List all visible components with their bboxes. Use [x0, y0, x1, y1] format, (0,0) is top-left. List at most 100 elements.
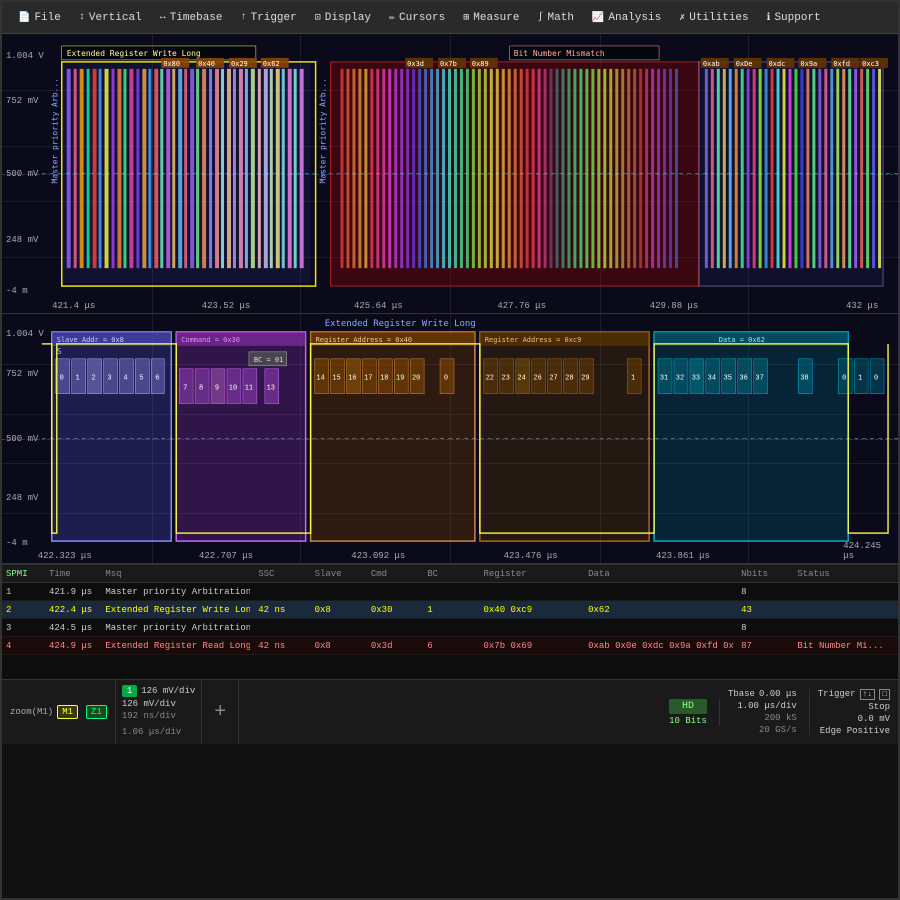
cell-time-1: 421.9 μs: [49, 587, 97, 597]
bottom-bar: zoom(M1) M1 Z1 1 126 mV/div 126 mV/div 1…: [2, 679, 898, 744]
svg-text:6: 6: [155, 375, 159, 383]
svg-text:10: 10: [229, 385, 237, 393]
table-row[interactable]: 3 424.5 μs Master priority Arbitration (…: [2, 619, 898, 637]
grid-bottom: [2, 314, 898, 563]
support-icon: ℹ: [767, 12, 771, 24]
svg-text:28: 28: [565, 375, 573, 383]
svg-text:13: 13: [267, 385, 275, 393]
menu-measure[interactable]: ⊞ Measure: [455, 9, 527, 27]
svg-text:Register Address = 0xc9: Register Address = 0xc9: [485, 336, 581, 344]
ch1-offset: 126 mV/div: [122, 699, 176, 709]
col-cmd: Cmd: [371, 569, 419, 579]
svg-text:Command = 0x30: Command = 0x30: [181, 336, 240, 344]
col-spmi: SPMI: [6, 569, 41, 579]
ch1-badge[interactable]: 1: [122, 685, 137, 697]
svg-text:BC = 01: BC = 01: [254, 356, 283, 364]
svg-text:22: 22: [486, 375, 494, 383]
time-label-t2: 423.52 μs: [202, 301, 251, 311]
table-row[interactable]: 2 422.4 μs Extended Register Write Long …: [2, 601, 898, 619]
trigger-icon: ↑: [241, 12, 247, 23]
menu-math[interactable]: ∫ Math: [530, 9, 582, 27]
time-label-b1: 422.323 μs: [38, 551, 92, 561]
time-label-b6: 424.245 μs: [843, 541, 881, 561]
table-row[interactable]: 4 424.9 μs Extended Register Read Long 4…: [2, 637, 898, 655]
cell-time-4: 424.9 μs: [49, 641, 97, 651]
svg-text:0xDe: 0xDe: [736, 60, 753, 68]
zoom-channel-area: zoom(M1) M1 Z1: [2, 680, 116, 744]
volt-label-4: 248 mV: [6, 235, 38, 245]
volt-label-b1: 1.004 V: [6, 329, 44, 339]
sample-rate: 200 kS: [764, 713, 796, 723]
col-nbits: Nbits: [741, 569, 789, 579]
hd-badge: HD: [669, 699, 707, 714]
svg-text:8: 8: [199, 385, 203, 393]
menu-timebase[interactable]: ↔ Timebase: [152, 9, 231, 27]
grid-top: [2, 34, 898, 313]
svg-text:11: 11: [245, 385, 253, 393]
ch1-scale: 126 mV/div: [141, 686, 195, 696]
table-row[interactable]: 1 421.9 μs Master priority Arbitration (…: [2, 583, 898, 601]
svg-text:1: 1: [76, 375, 80, 383]
svg-text:Extended Register Write Long: Extended Register Write Long: [325, 319, 476, 329]
trigger-text: Trigger: [818, 689, 856, 700]
menu-cursors[interactable]: ✏ Cursors: [381, 9, 453, 27]
analysis-icon: 📈: [592, 12, 604, 24]
cell-data-2: 0x62: [588, 605, 733, 615]
trigger-box: □: [879, 689, 890, 700]
measure-icon: ⊞: [463, 12, 469, 24]
cell-nbits-2: 43: [741, 605, 789, 615]
volt-label-5: -4 m: [6, 286, 28, 296]
waveform-bottom[interactable]: 1.004 V 752 mV 500 mV 248 mV -4 m Extend…: [2, 314, 898, 564]
volt-label-b2: 752 mV: [6, 369, 38, 379]
cell-nbits-3: 8: [741, 623, 789, 633]
svg-text:0xdc: 0xdc: [769, 60, 786, 68]
time-label-b4: 423.476 μs: [504, 551, 558, 561]
svg-text:31: 31: [660, 375, 668, 383]
menu-analysis[interactable]: 📈 Analysis: [584, 9, 669, 27]
svg-text:Data = 0x62: Data = 0x62: [719, 336, 765, 344]
menu-vertical[interactable]: ↕ Vertical: [71, 9, 150, 27]
menu-file[interactable]: 📄 File: [10, 9, 69, 27]
volt-label-b4: 248 mV: [6, 493, 38, 503]
svg-text:Master priority Arb...: Master priority Arb...: [319, 78, 328, 183]
time-label-b3: 423.092 μs: [351, 551, 405, 561]
menu-display[interactable]: ⊡ Display: [307, 9, 379, 27]
channel-1-info: 1 126 mV/div 126 mV/div 192 ns/div 1.06 …: [116, 680, 202, 744]
time-label-t1: 421.4 μs: [52, 301, 95, 311]
menu-support[interactable]: ℹ Support: [759, 9, 829, 27]
svg-text:2: 2: [91, 375, 95, 383]
time-label-t6: 432 μs: [846, 301, 878, 311]
m1-label[interactable]: M1: [57, 705, 78, 719]
time-label-t5: 429.88 μs: [650, 301, 699, 311]
trigger-icon: ↑↓: [860, 689, 876, 700]
svg-text:20: 20: [412, 375, 420, 383]
timebase-val: 1.00 μs/div: [737, 701, 796, 711]
svg-text:17: 17: [364, 375, 372, 383]
time-label-t4: 427.76 μs: [497, 301, 546, 311]
cell-num-1: 1: [6, 587, 41, 597]
svg-text:Register Address = 0x40: Register Address = 0x40: [316, 336, 412, 344]
cell-msg-4: Extended Register Read Long: [105, 641, 250, 651]
add-channel-button[interactable]: +: [202, 680, 239, 744]
cell-time-3: 424.5 μs: [49, 623, 97, 633]
svg-text:5: 5: [139, 375, 143, 383]
z1-label[interactable]: Z1: [86, 705, 107, 719]
time-label-b2: 422.707 μs: [199, 551, 253, 561]
timebase-icon: ↔: [160, 12, 166, 23]
svg-text:0x3d: 0x3d: [407, 60, 424, 68]
svg-text:0x62: 0x62: [263, 60, 280, 68]
svg-text:23: 23: [502, 375, 510, 383]
cell-cmd-2: 0x30: [371, 605, 419, 615]
menu-trigger[interactable]: ↑ Trigger: [233, 9, 305, 27]
main-content: 1.004 V 752 mV 500 mV 248 mV -4 m: [2, 34, 898, 898]
svg-text:0: 0: [60, 375, 64, 383]
svg-text:24: 24: [517, 375, 525, 383]
svg-text:34: 34: [708, 375, 716, 383]
trigger-mode: Stop: [868, 702, 890, 712]
cell-num-2: 2: [6, 605, 41, 615]
waveform-top[interactable]: 1.004 V 752 mV 500 mV 248 mV -4 m: [2, 34, 898, 314]
trigger-type: Edge Positive: [820, 726, 890, 736]
add-icon: +: [214, 701, 226, 724]
menu-utilities[interactable]: ✗ Utilities: [671, 9, 756, 27]
cell-msg-1: Master priority Arbitration (8): [105, 587, 250, 597]
